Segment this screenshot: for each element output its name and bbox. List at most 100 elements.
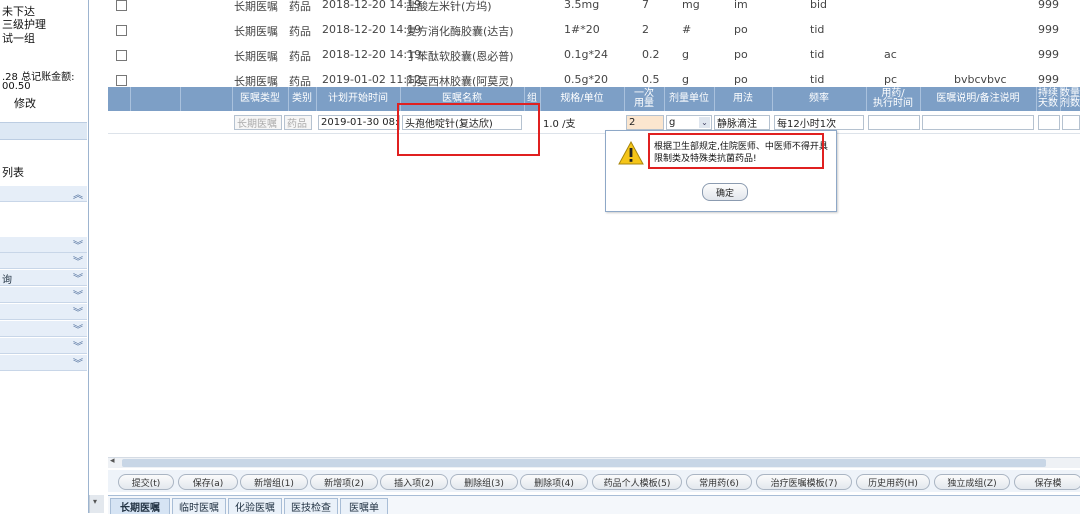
accordion-header-1[interactable]: ︽ bbox=[0, 186, 87, 202]
list-label: 列表 bbox=[2, 166, 24, 179]
col-qty[interactable]: 数量 剂数 bbox=[1060, 87, 1080, 111]
edit-order-type[interactable]: 长期医嘱 bbox=[234, 115, 282, 130]
order-cell-route: im bbox=[734, 0, 748, 11]
edit-route[interactable]: 静脉滴注 bbox=[714, 115, 770, 130]
col-start-time[interactable]: 计划开始时间 bbox=[316, 87, 401, 111]
col-order-type[interactable]: 医嘱类型 bbox=[232, 87, 289, 111]
order-tabs: 长期医嘱 临时医嘱 化验医嘱 医技检查 医嘱单 bbox=[108, 495, 1080, 514]
col-route[interactable]: 用法 bbox=[714, 87, 773, 111]
chevron-down-icon[interactable]: ︾ bbox=[73, 355, 83, 370]
accordion-header-4[interactable]: 询 ︾ bbox=[0, 270, 87, 286]
row-checkbox[interactable] bbox=[116, 0, 127, 11]
edit-exec-time[interactable] bbox=[868, 115, 920, 130]
order-cell-spec: 0.1g*24 bbox=[564, 48, 608, 61]
chevron-down-icon[interactable]: ︾ bbox=[73, 287, 83, 302]
toolbar-button[interactable]: 新增项(2) bbox=[310, 474, 378, 490]
col-remark[interactable]: 医嘱说明/备注说明 bbox=[920, 87, 1037, 111]
edit-dose-unit-select[interactable]: g ⌄ bbox=[666, 115, 712, 130]
scroll-corner: ▾ bbox=[89, 495, 104, 513]
edit-days[interactable] bbox=[1038, 115, 1060, 130]
col-category[interactable]: 类别 bbox=[288, 87, 317, 111]
edit-frequency[interactable]: 每12小时1次 bbox=[774, 115, 864, 130]
order-cell-type: 长期医嘱 bbox=[234, 0, 278, 13]
highlight-order-name bbox=[397, 103, 540, 156]
toolbar-button[interactable]: 历史用药(H) bbox=[856, 474, 930, 490]
order-cell-type: 长期医嘱 bbox=[234, 25, 278, 38]
toolbar-button[interactable]: 提交(t) bbox=[118, 474, 174, 490]
col-frequency[interactable]: 频率 bbox=[772, 87, 867, 111]
accordion-header-5[interactable]: ︾ bbox=[0, 287, 87, 303]
order-cell-category: 药品 bbox=[289, 50, 311, 63]
chevron-down-icon[interactable]: ︾ bbox=[73, 304, 83, 319]
order-cell-dose: 2 bbox=[642, 23, 649, 36]
col-exec-time[interactable]: 用药/执行时间 bbox=[866, 87, 921, 111]
order-cell-freq: bid bbox=[810, 0, 828, 11]
toolbar-button[interactable]: 保存(a) bbox=[178, 474, 238, 490]
chevron-down-icon[interactable]: ︾ bbox=[73, 338, 83, 353]
header-blank-3 bbox=[180, 87, 233, 111]
chevron-down-icon[interactable]: ︾ bbox=[73, 321, 83, 336]
tab-1[interactable]: 临时医嘱 bbox=[172, 498, 226, 514]
edit-dose[interactable]: 2 bbox=[626, 115, 664, 130]
col-days[interactable]: 持续 天数 bbox=[1036, 87, 1061, 111]
horizontal-scrollbar[interactable]: ◂ bbox=[108, 456, 1080, 468]
toolbar-button[interactable]: 治疗医嘱模板(7) bbox=[756, 474, 852, 490]
order-edit-row: 长期医嘱 药品 2019-01-30 08:37 头孢他啶针(复达欣) 1.0 … bbox=[108, 113, 1080, 134]
chevron-down-icon[interactable]: ︾ bbox=[73, 237, 83, 252]
toolbar-button[interactable]: 删除组(3) bbox=[450, 474, 518, 490]
order-cell-unit: # bbox=[682, 23, 692, 36]
accordion-header-3[interactable]: ︾ bbox=[0, 253, 87, 269]
toolbar-button[interactable]: 药品个人模板(5) bbox=[592, 474, 682, 490]
order-cell-spec: 0.5g*20 bbox=[564, 73, 608, 86]
col-dose[interactable]: 一次 用量 bbox=[624, 87, 665, 111]
ok-button[interactable]: 确定 bbox=[702, 183, 748, 201]
toolbar-button[interactable]: 删除项(4) bbox=[520, 474, 588, 490]
edit-remark[interactable] bbox=[922, 115, 1034, 130]
order-cell-route: po bbox=[734, 73, 748, 86]
order-cell-name: 盐酸左米针(方坞) bbox=[406, 0, 492, 13]
arrow-left-icon[interactable]: ◂ bbox=[110, 456, 115, 466]
toolbar-button[interactable]: 新增组(1) bbox=[240, 474, 308, 490]
accordion-header-2[interactable]: ︾ bbox=[0, 237, 87, 253]
toolbar-button[interactable]: 保存模 bbox=[1014, 474, 1080, 490]
tab-0[interactable]: 长期医嘱 bbox=[110, 498, 170, 514]
chevron-down-icon[interactable]: ︾ bbox=[73, 253, 83, 268]
chevron-up-icon[interactable]: ︽ bbox=[73, 186, 83, 201]
order-cell-note: ac bbox=[884, 48, 897, 61]
tab-2[interactable]: 化验医嘱 bbox=[228, 498, 282, 514]
order-workspace: 长期医嘱 药品 2018-12-20 14:19 盐酸左米针(方坞) 3.5mg 7 mg i… bbox=[104, 0, 1080, 514]
chevron-down-icon[interactable]: ︾ bbox=[73, 270, 83, 285]
edit-start-time[interactable]: 2019-01-30 08:37 bbox=[318, 115, 400, 130]
toolbar-button[interactable]: 常用药(6) bbox=[686, 474, 752, 490]
accordion-header-7[interactable]: ︾ bbox=[0, 321, 87, 337]
tab-4[interactable]: 医嘱单 bbox=[340, 498, 388, 514]
accordion-header-8[interactable]: ︾ bbox=[0, 338, 87, 354]
order-table-header: 医嘱类型 类别 计划开始时间 医嘱名称 组 规格/单位 一次 用量 剂量单位 用法… bbox=[108, 87, 1080, 111]
order-cell-name: 丁苯酞软胶囊(恩必普) bbox=[406, 50, 514, 63]
edit-link[interactable]: 修改 bbox=[14, 95, 36, 111]
col-dose-unit[interactable]: 剂量单位 bbox=[664, 87, 715, 111]
col-days-line2: 天数 bbox=[1038, 98, 1058, 109]
row-checkbox[interactable] bbox=[116, 50, 127, 61]
order-cell-freq: tid bbox=[810, 23, 825, 36]
scroll-thumb[interactable] bbox=[122, 459, 1046, 467]
edit-qty[interactable] bbox=[1062, 115, 1080, 130]
accordion-header-6[interactable]: ︾ bbox=[0, 304, 87, 320]
edit-category[interactable]: 药品 bbox=[284, 115, 312, 130]
tab-3[interactable]: 医技检查 bbox=[284, 498, 338, 514]
chevron-down-icon[interactable]: ⌄ bbox=[699, 117, 710, 128]
order-cell-dose: 0.2 bbox=[642, 48, 660, 61]
col-spec[interactable]: 规格/单位 bbox=[540, 87, 625, 111]
order-cell-spec: 3.5mg bbox=[564, 0, 600, 11]
order-cell-qty: 999 bbox=[1038, 23, 1059, 36]
order-cell-remark: bvbcvbvc bbox=[954, 73, 1007, 86]
chevron-down-icon[interactable]: ▾ bbox=[93, 497, 97, 506]
toolbar-button[interactable]: 插入项(2) bbox=[380, 474, 448, 490]
order-cell-qty: 999 bbox=[1038, 48, 1059, 61]
accordion-header-9[interactable]: ︾ bbox=[0, 355, 87, 371]
row-checkbox[interactable] bbox=[116, 75, 127, 86]
toolbar-button[interactable]: 独立成组(Z) bbox=[934, 474, 1010, 490]
row-checkbox[interactable] bbox=[116, 25, 127, 36]
order-cell-qty: 999 bbox=[1038, 0, 1059, 11]
edit-dose-unit-value: g bbox=[669, 117, 676, 128]
